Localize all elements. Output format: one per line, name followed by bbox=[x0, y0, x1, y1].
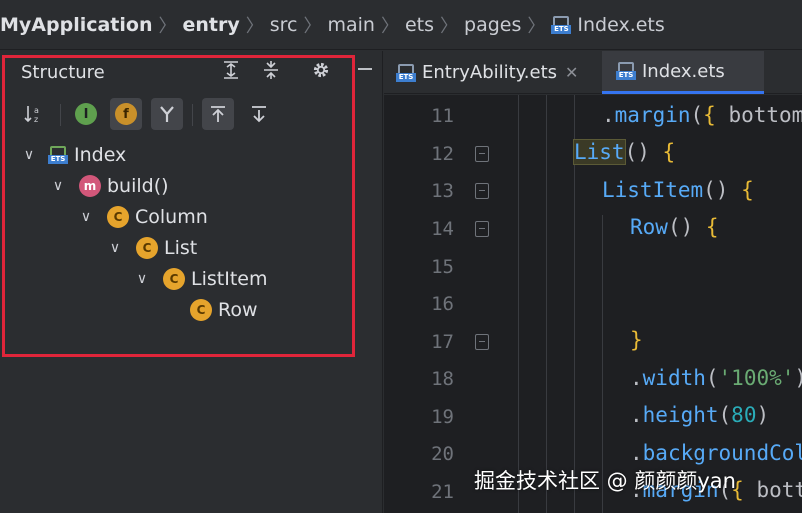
line-number: 11 bbox=[431, 105, 454, 127]
tree-item-row[interactable]: C Row bbox=[190, 295, 258, 325]
code-editor[interactable]: 11 12 13 14 15 16 17 18 19 20 21 .margin… bbox=[384, 95, 802, 513]
ets-file-icon: ETS bbox=[48, 146, 68, 164]
close-icon[interactable]: ✕ bbox=[565, 63, 578, 82]
show-lambdas-icon[interactable] bbox=[151, 98, 183, 130]
tree-item-label: Column bbox=[135, 206, 208, 228]
line-number: 15 bbox=[431, 256, 454, 278]
tab-label: Index.ets bbox=[642, 60, 725, 82]
chevron-right-icon: 〉 bbox=[380, 15, 399, 37]
code-line-13: ListItem() { bbox=[602, 178, 754, 202]
tab-entryability[interactable]: ETS EntryAbility.ets ✕ bbox=[396, 51, 588, 94]
minimize-icon[interactable] bbox=[353, 60, 377, 84]
structure-panel: Structure az I f ∨ ETS Index ∨ m build()… bbox=[0, 51, 383, 513]
line-number: 14 bbox=[431, 218, 454, 240]
ets-file-icon: ETS bbox=[616, 62, 636, 80]
breadcrumb-pages[interactable]: pages bbox=[464, 14, 521, 36]
structure-title: Structure bbox=[21, 62, 105, 83]
svg-text:z: z bbox=[34, 115, 38, 124]
ets-file-icon: ETS bbox=[396, 63, 416, 82]
breadcrumb-ets[interactable]: ets bbox=[405, 14, 434, 36]
tree-item-label: Row bbox=[218, 299, 258, 321]
chevron-right-icon: 〉 bbox=[245, 15, 264, 37]
line-number: 19 bbox=[431, 406, 454, 428]
tree-item-label: build() bbox=[107, 175, 169, 197]
indent-guide bbox=[518, 95, 519, 513]
component-icon: C bbox=[136, 237, 158, 259]
code-line-14: Row() { bbox=[630, 215, 719, 239]
tree-item-list[interactable]: ∨ C List bbox=[104, 233, 197, 263]
line-number: 18 bbox=[431, 368, 454, 390]
indent-guide bbox=[546, 95, 547, 513]
tree-item-build[interactable]: ∨ m build() bbox=[47, 171, 169, 201]
structure-toolbar: az I f bbox=[0, 93, 383, 133]
tree-item-listitem[interactable]: ∨ C ListItem bbox=[131, 264, 267, 294]
line-number: 16 bbox=[431, 293, 454, 315]
component-icon: C bbox=[107, 206, 129, 228]
line-number: 20 bbox=[431, 443, 454, 465]
chevron-right-icon: 〉 bbox=[158, 15, 177, 37]
breadcrumb-main[interactable]: main bbox=[328, 14, 375, 36]
fold-marker-icon[interactable] bbox=[475, 146, 489, 162]
svg-text:a: a bbox=[34, 106, 39, 115]
line-number: 17 bbox=[431, 331, 454, 353]
autoscroll-to-source-icon[interactable] bbox=[202, 98, 234, 130]
code-line-18: .width('100%') bbox=[630, 366, 802, 390]
chevron-right-icon: 〉 bbox=[527, 15, 546, 37]
code-line-11: .margin({ bottom bbox=[602, 103, 802, 127]
tree-item-label: List bbox=[164, 237, 198, 259]
chevron-down-icon[interactable]: ∨ bbox=[18, 147, 40, 163]
chevron-down-icon[interactable]: ∨ bbox=[47, 178, 69, 194]
autoscroll-from-source-icon[interactable] bbox=[243, 98, 275, 130]
chevron-down-icon[interactable]: ∨ bbox=[131, 271, 153, 287]
code-line-19: .height(80) bbox=[630, 403, 770, 427]
tree-item-label: ListItem bbox=[191, 268, 268, 290]
tab-index[interactable]: ETS Index.ets bbox=[602, 51, 764, 94]
tree-item-index[interactable]: ∨ ETS Index bbox=[18, 140, 126, 170]
breadcrumb-file[interactable]: Index.ets bbox=[577, 14, 664, 36]
tree-item-label: Index bbox=[74, 144, 127, 166]
fold-marker-icon[interactable] bbox=[475, 221, 489, 237]
toolbar-divider bbox=[192, 104, 193, 126]
chevron-down-icon[interactable]: ∨ bbox=[104, 240, 126, 256]
line-number: 21 bbox=[431, 481, 454, 503]
gear-icon[interactable] bbox=[309, 60, 333, 84]
breadcrumb: MyApplication 〉 entry 〉 src 〉 main 〉 ets… bbox=[0, 0, 802, 50]
chevron-down-icon[interactable]: ∨ bbox=[75, 209, 97, 225]
line-number: 12 bbox=[431, 143, 454, 165]
fold-marker-icon[interactable] bbox=[475, 183, 489, 199]
method-icon: m bbox=[79, 175, 101, 197]
editor-tabbar: ETS EntryAbility.ets ✕ ETS Index.ets bbox=[384, 51, 802, 94]
breadcrumb-module[interactable]: entry bbox=[182, 14, 239, 36]
code-line-17: } bbox=[630, 328, 643, 352]
breadcrumb-project[interactable]: MyApplication bbox=[0, 14, 152, 36]
fold-marker-icon[interactable] bbox=[475, 334, 489, 350]
chevron-right-icon: 〉 bbox=[303, 15, 322, 37]
tab-label: EntryAbility.ets bbox=[422, 62, 558, 83]
toolbar-divider bbox=[60, 104, 61, 126]
watermark: 掘金技术社区 @ 颜颜颜yan bbox=[474, 469, 736, 493]
sort-alphabetically-icon[interactable]: az bbox=[18, 98, 50, 130]
tree-item-column[interactable]: ∨ C Column bbox=[75, 202, 208, 232]
code-line-12: List() { bbox=[573, 139, 676, 165]
ets-file-icon: ETS bbox=[551, 15, 572, 34]
chevron-right-icon: 〉 bbox=[440, 15, 459, 37]
component-icon: C bbox=[190, 299, 212, 321]
collapse-all-icon[interactable] bbox=[259, 60, 283, 84]
code-line-20: .backgroundColor bbox=[630, 441, 802, 465]
show-fields-icon[interactable]: f bbox=[110, 98, 142, 130]
line-number: 13 bbox=[431, 180, 454, 202]
component-icon: C bbox=[163, 268, 185, 290]
show-inherited-icon[interactable]: I bbox=[70, 98, 102, 130]
expand-all-icon[interactable] bbox=[219, 60, 243, 84]
breadcrumb-src[interactable]: src bbox=[270, 14, 298, 36]
structure-header: Structure bbox=[0, 51, 383, 93]
